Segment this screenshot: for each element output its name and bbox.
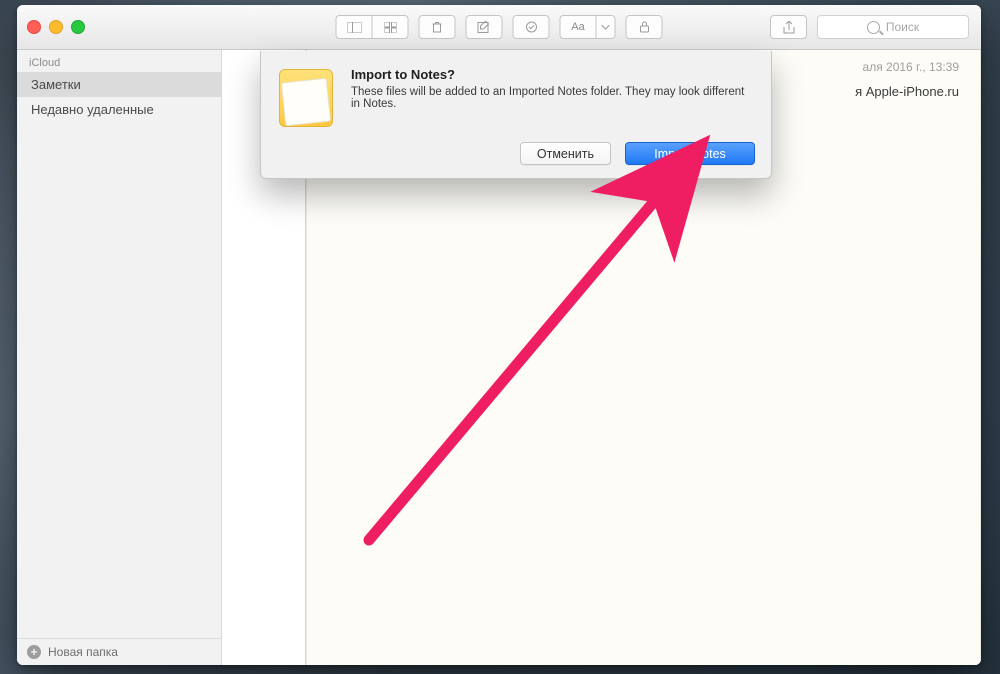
- toolbar: Aa: [336, 15, 663, 39]
- plus-icon: +: [27, 645, 41, 659]
- window-controls: [27, 20, 85, 34]
- format-segment: Aa: [560, 15, 616, 39]
- note-timestamp: аля 2016 г., 13:39: [863, 60, 959, 74]
- dialog-buttons: Отменить Import Notes: [520, 142, 755, 165]
- sidebar-item-recently-deleted[interactable]: Недавно удаленные: [17, 97, 221, 122]
- desktop-background: Aa Поиск: [0, 0, 1000, 674]
- list-view-button[interactable]: [336, 15, 372, 39]
- dialog-title: Import to Notes?: [351, 67, 753, 82]
- grid-view-button[interactable]: [372, 15, 409, 39]
- sidebar-new-folder[interactable]: + Новая папка: [17, 638, 221, 665]
- new-folder-label: Новая папка: [48, 645, 118, 659]
- import-dialog: Import to Notes? These files will be add…: [260, 51, 772, 179]
- new-note-button[interactable]: [466, 15, 503, 39]
- view-mode-segment: [336, 15, 409, 39]
- lock-button[interactable]: [626, 15, 663, 39]
- dialog-message: These files will be added to an Imported…: [351, 86, 744, 110]
- close-icon[interactable]: [27, 20, 41, 34]
- zoom-icon[interactable]: [71, 20, 85, 34]
- sidebar-section-header: iCloud: [17, 50, 221, 72]
- sidebar-item-label: Недавно удаленные: [31, 102, 154, 117]
- checklist-button[interactable]: [513, 15, 550, 39]
- titlebar: Aa Поиск: [17, 5, 981, 50]
- share-button[interactable]: [770, 15, 807, 39]
- toolbar-right: Поиск: [770, 15, 969, 39]
- font-style-button[interactable]: Aa: [560, 15, 596, 39]
- sidebar: iCloud Заметки Недавно удаленные + Новая…: [17, 50, 222, 665]
- search-field[interactable]: Поиск: [817, 15, 969, 39]
- import-notes-button[interactable]: Import Notes: [625, 142, 755, 165]
- sidebar-item-label: Заметки: [31, 77, 81, 92]
- notes-window: Aa Поиск: [17, 5, 981, 665]
- search-placeholder: Поиск: [886, 20, 919, 34]
- import-button-label: Import Notes: [654, 147, 726, 161]
- note-body-text: я Apple-iPhone.ru: [855, 84, 959, 99]
- cancel-button-label: Отменить: [537, 147, 594, 161]
- cancel-button[interactable]: Отменить: [520, 142, 611, 165]
- font-style-chevron[interactable]: [596, 15, 616, 39]
- minimize-icon[interactable]: [49, 20, 63, 34]
- sidebar-item-notes[interactable]: Заметки: [17, 72, 221, 97]
- delete-button[interactable]: [419, 15, 456, 39]
- search-icon: [867, 21, 880, 34]
- notes-app-icon: [279, 69, 333, 127]
